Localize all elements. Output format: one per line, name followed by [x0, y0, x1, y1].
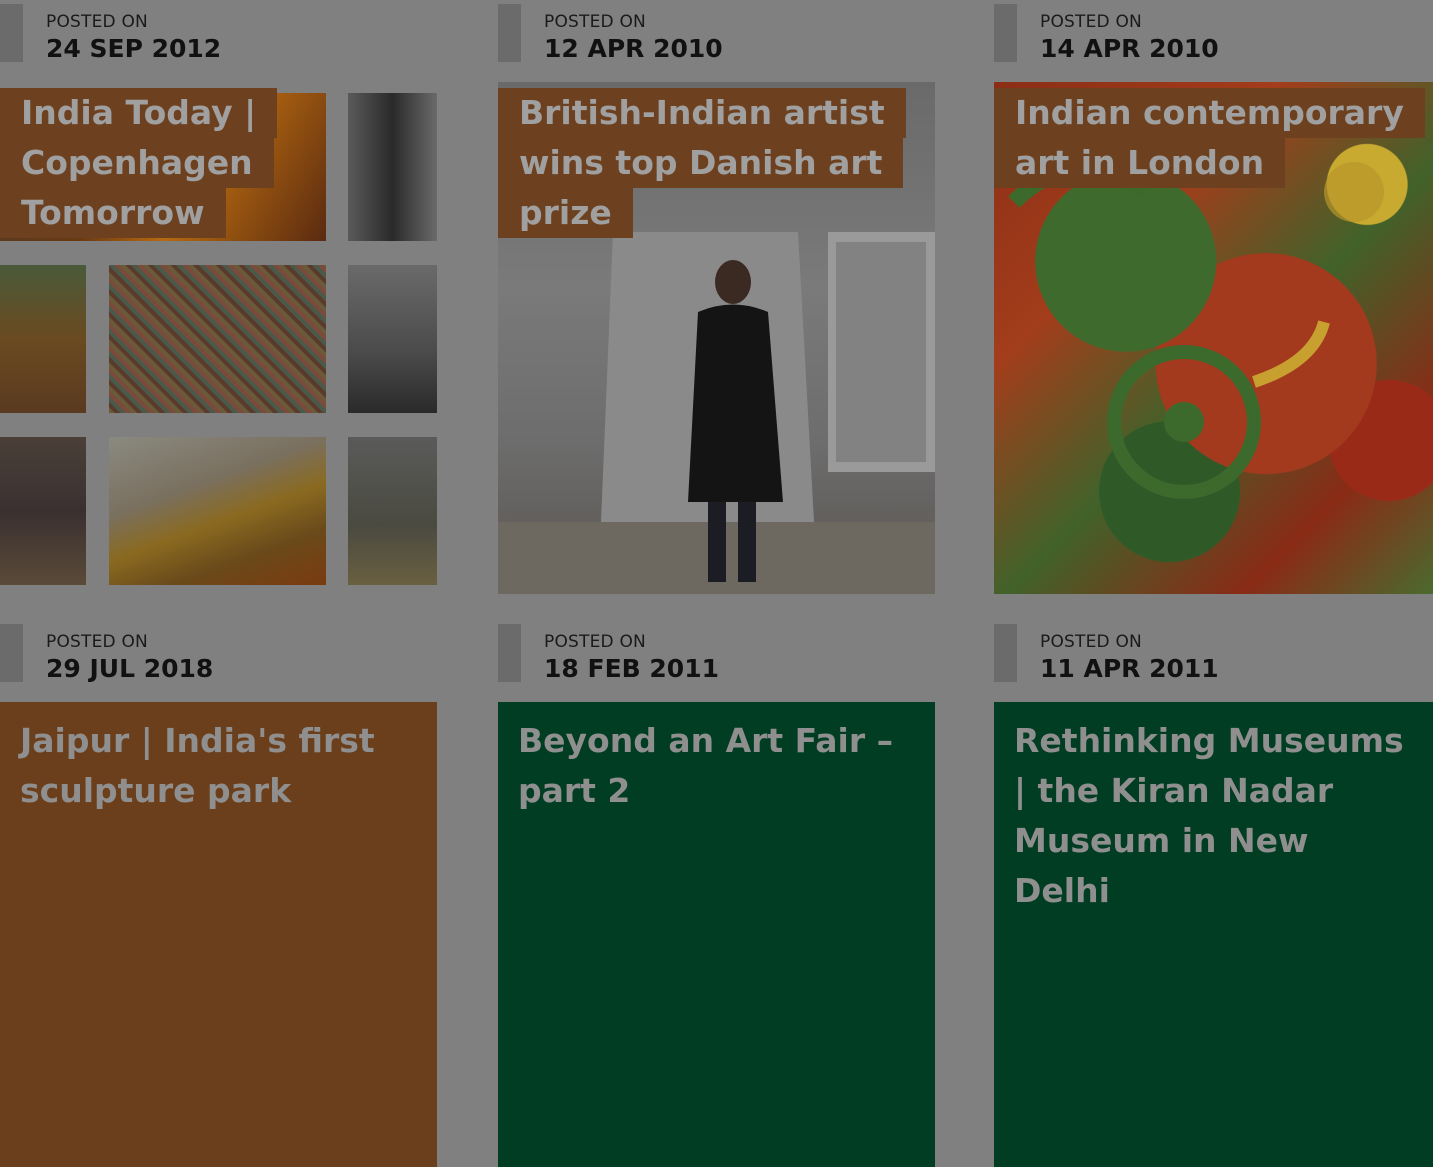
posts-grid: POSTED ON 24 SEP 2012 India Today | Cope… [0, 0, 1433, 1167]
post-image[interactable]: British-Indian artist wins top Danish ar… [498, 82, 935, 594]
post-card[interactable]: POSTED ON 24 SEP 2012 India Today | Cope… [0, 0, 437, 594]
post-meta: POSTED ON 24 SEP 2012 [0, 0, 437, 82]
post-meta: POSTED ON 18 FEB 2011 [498, 620, 935, 702]
post-title[interactable]: Beyond an Art Fair – part 2 [518, 716, 918, 816]
post-title[interactable]: Indian contemporary art in London [994, 88, 1425, 188]
post-title[interactable]: Rethinking Museums | the Kiran Nadar Mus… [1014, 716, 1414, 916]
post-meta: POSTED ON 29 JUL 2018 [0, 620, 437, 702]
post-card[interactable]: POSTED ON 11 APR 2011 Rethinking Museums… [994, 620, 1433, 1167]
post-meta: POSTED ON 14 APR 2010 [994, 0, 1433, 82]
meta-accent-bar [498, 4, 521, 62]
post-date: 24 SEP 2012 [46, 34, 222, 63]
collage-tile [348, 265, 437, 413]
post-date: 14 APR 2010 [1040, 34, 1219, 63]
title-line: art in London [994, 138, 1286, 188]
post-color-block[interactable]: Jaipur | India's first sculpture park [0, 702, 437, 1167]
post-image[interactable]: Indian contemporary art in London [994, 82, 1433, 594]
posted-on-label: POSTED ON [544, 632, 646, 652]
post-date: 29 JUL 2018 [46, 654, 214, 683]
post-color-block[interactable]: Beyond an Art Fair – part 2 [498, 702, 935, 1167]
posted-on-label: POSTED ON [46, 632, 148, 652]
title-line: British-Indian artist [498, 88, 906, 138]
post-date: 11 APR 2011 [1040, 654, 1219, 683]
collage-tile [109, 437, 326, 585]
post-date: 18 FEB 2011 [544, 654, 719, 683]
post-card[interactable]: POSTED ON 18 FEB 2011 Beyond an Art Fair… [498, 620, 935, 1167]
post-card[interactable]: POSTED ON 14 APR 2010 Indian contemporar… [994, 0, 1433, 594]
title-line: Copenhagen [0, 138, 274, 188]
meta-accent-bar [498, 624, 521, 682]
post-title[interactable]: India Today | Copenhagen Tomorrow [0, 88, 278, 238]
post-image-collage[interactable]: India Today | Copenhagen Tomorrow [0, 82, 437, 594]
post-meta: POSTED ON 12 APR 2010 [498, 0, 935, 82]
title-line: wins top Danish art [498, 138, 904, 188]
meta-accent-bar [0, 4, 23, 62]
collage-tile [0, 265, 86, 413]
title-line: India Today | [0, 88, 278, 138]
post-meta: POSTED ON 11 APR 2011 [994, 620, 1433, 702]
title-line: prize [498, 188, 633, 238]
posted-on-label: POSTED ON [46, 12, 148, 32]
collage-tile [0, 437, 86, 585]
post-date: 12 APR 2010 [544, 34, 723, 63]
post-title[interactable]: Jaipur | India's first sculpture park [20, 716, 420, 816]
meta-accent-bar [994, 624, 1017, 682]
posted-on-label: POSTED ON [544, 12, 646, 32]
post-title[interactable]: British-Indian artist wins top Danish ar… [498, 88, 906, 238]
post-card[interactable]: POSTED ON 29 JUL 2018 Jaipur | India's f… [0, 620, 437, 1167]
collage-tile [348, 437, 437, 585]
posted-on-label: POSTED ON [1040, 632, 1142, 652]
collage-tile [109, 265, 326, 413]
posted-on-label: POSTED ON [1040, 12, 1142, 32]
post-card[interactable]: POSTED ON 12 APR 2010 British-Indian art… [498, 0, 935, 594]
meta-accent-bar [994, 4, 1017, 62]
title-line: Indian contemporary [994, 88, 1425, 138]
meta-accent-bar [0, 624, 23, 682]
title-line: Tomorrow [0, 188, 226, 238]
post-color-block[interactable]: Rethinking Museums | the Kiran Nadar Mus… [994, 702, 1433, 1167]
collage-tile [348, 93, 437, 241]
